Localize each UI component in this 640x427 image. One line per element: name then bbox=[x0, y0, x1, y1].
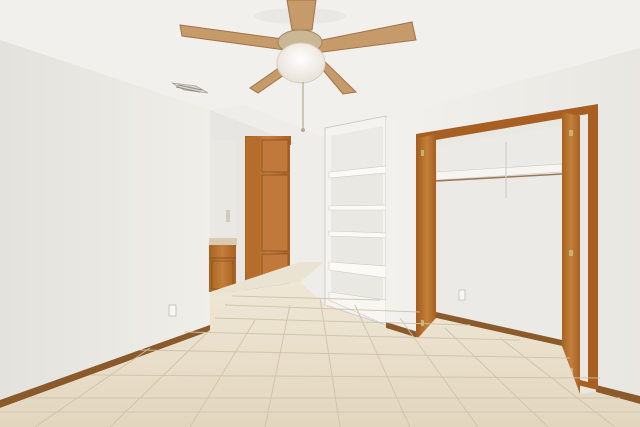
vanity-mirror-wall bbox=[210, 140, 236, 240]
vanity-countertop bbox=[209, 238, 237, 246]
fan-light-globe bbox=[276, 42, 326, 84]
room-photo bbox=[0, 0, 640, 427]
fan-blade bbox=[286, 0, 317, 31]
electrical-outlet bbox=[168, 304, 177, 317]
left-bifold-door bbox=[418, 134, 436, 346]
built-in-shelves bbox=[324, 115, 387, 326]
